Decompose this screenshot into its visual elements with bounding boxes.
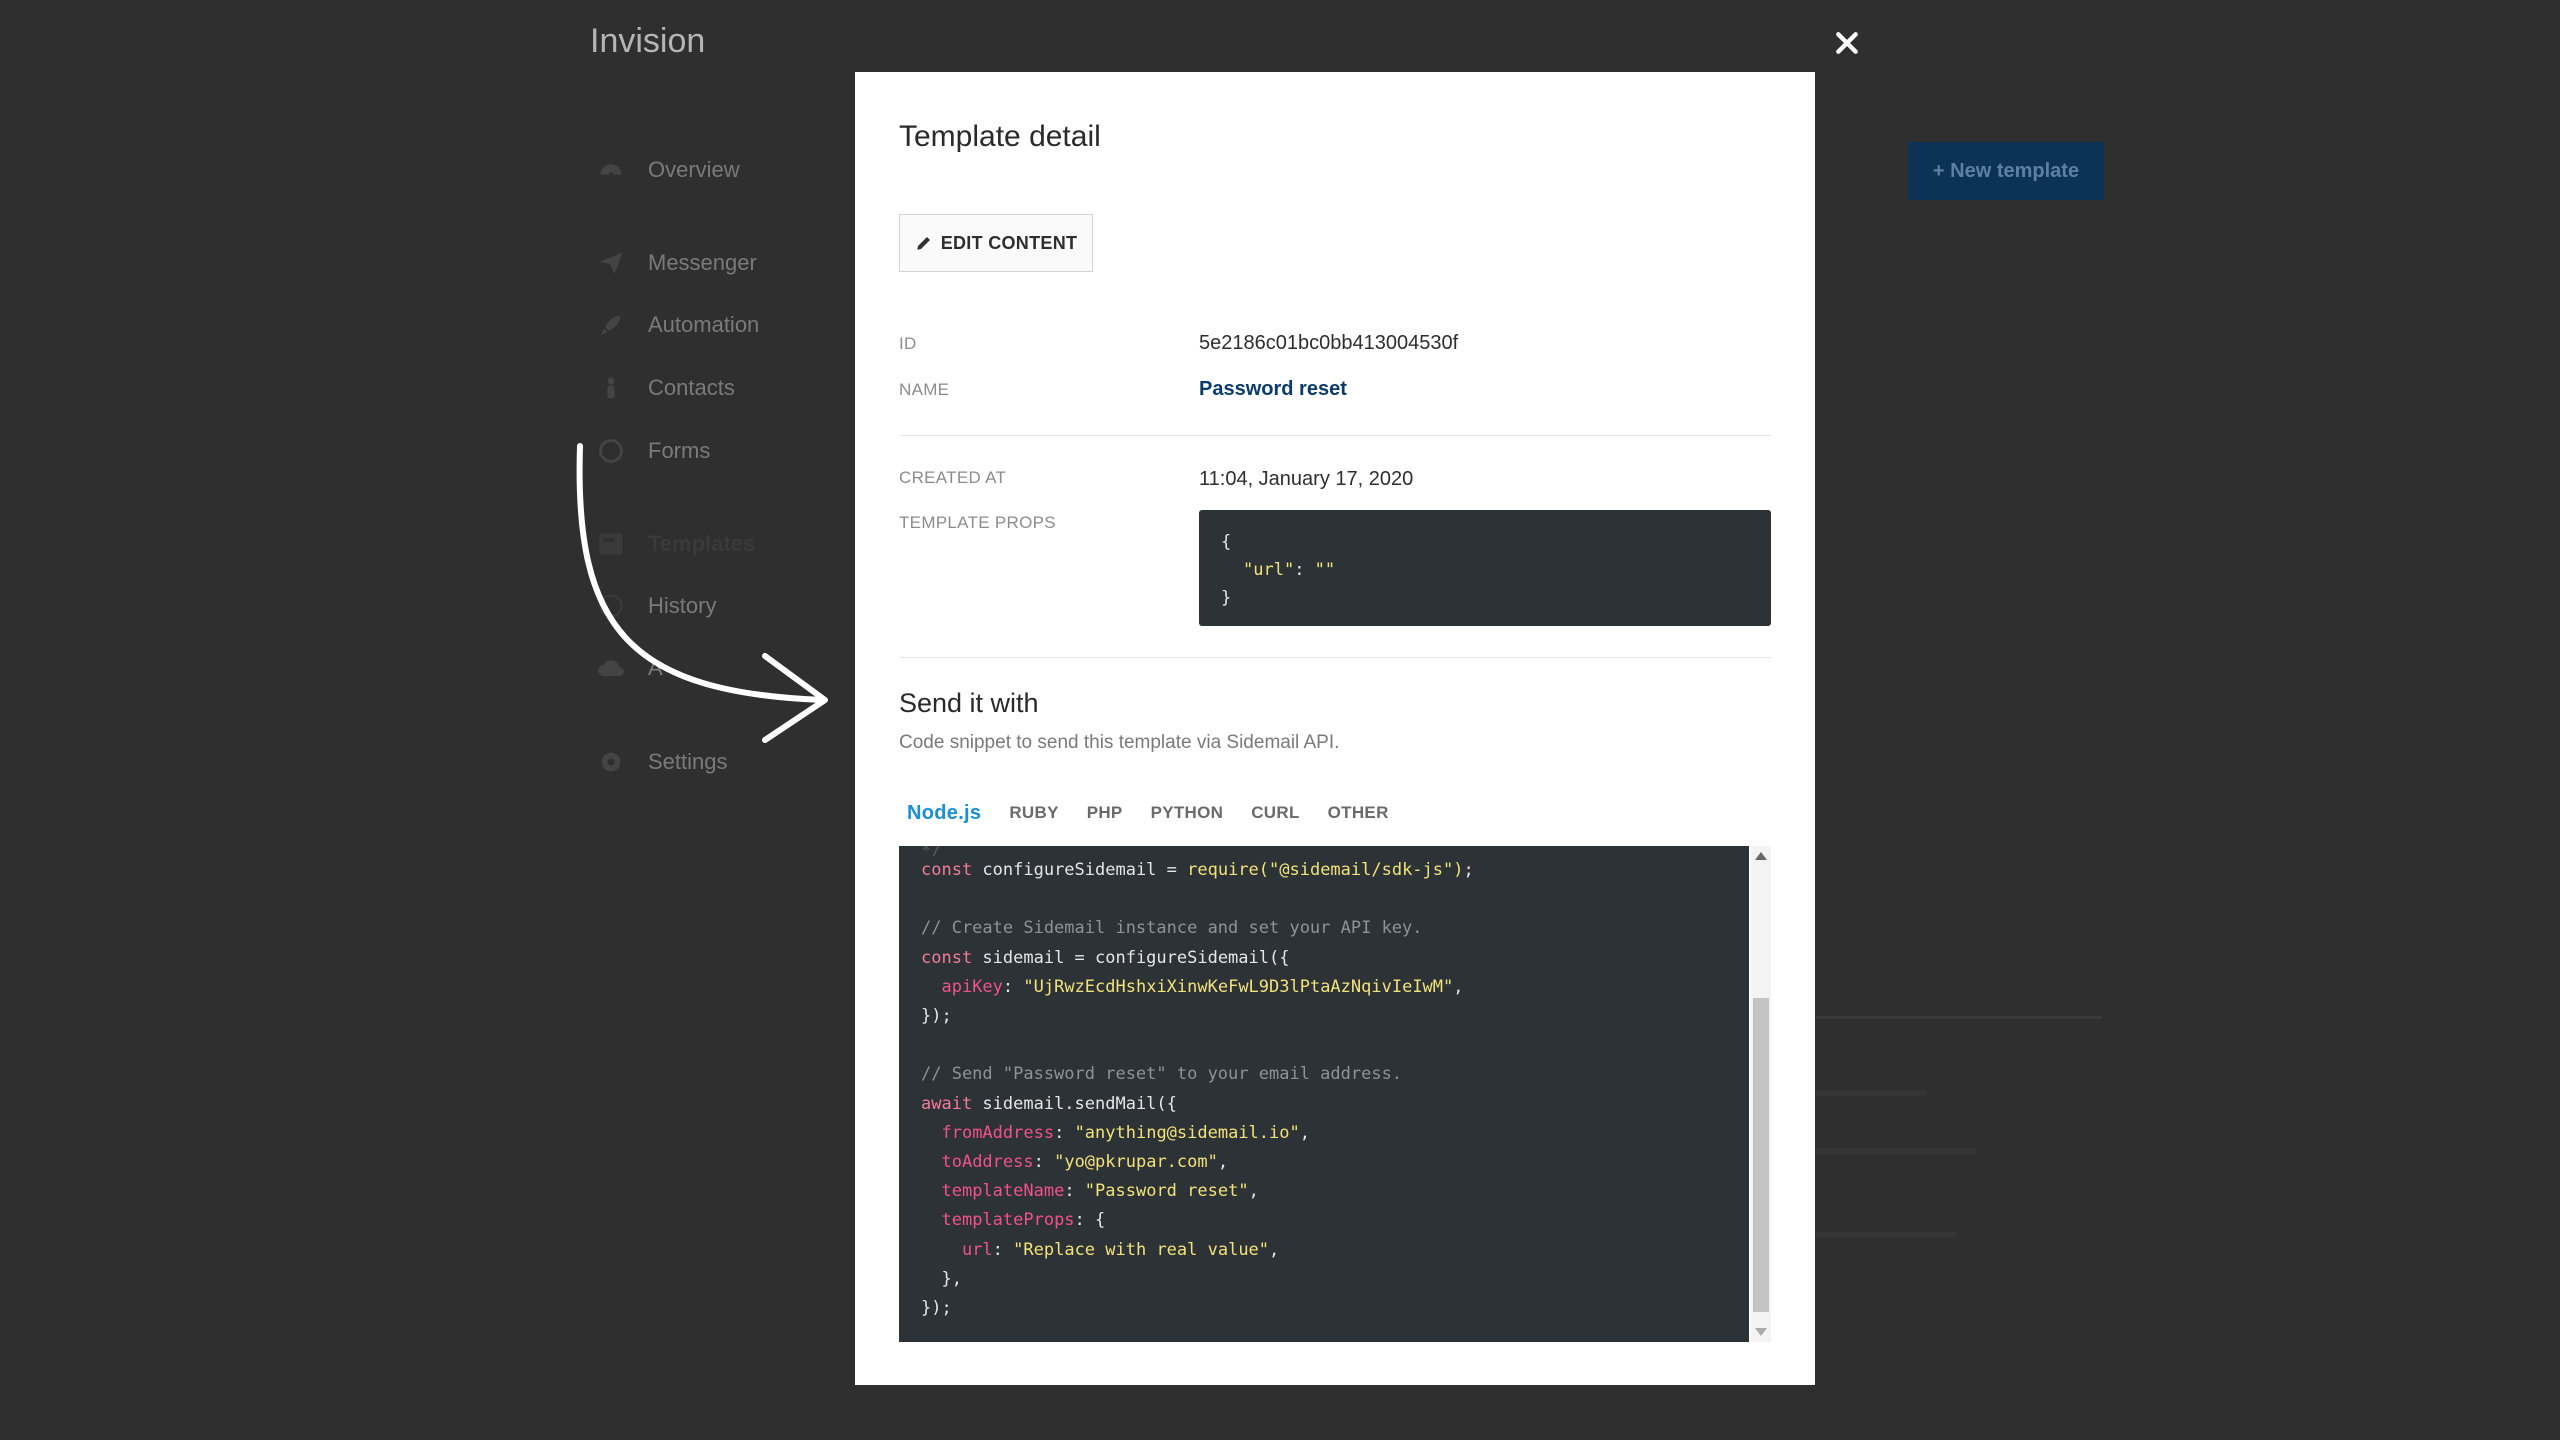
code-line: "url": "" [1221, 556, 1749, 584]
app-title: Invision [590, 22, 706, 60]
name-value[interactable]: Password reset [1199, 378, 1347, 401]
tab-php[interactable]: PHP [1073, 798, 1137, 828]
code-line: templateName: "Password reset", [941, 1181, 1259, 1202]
scrollbar-thumb[interactable] [1753, 998, 1769, 1312]
created-at-label: CREATED AT [899, 468, 1007, 487]
code-comment: // Send "Password reset" to your email a… [921, 1064, 1403, 1085]
tab-python[interactable]: PYTHON [1137, 798, 1238, 828]
code-line: await sidemail.sendMail({ [921, 1093, 1177, 1114]
code-scrollbar[interactable] [1751, 846, 1771, 1342]
send-it-with-title: Send it with [899, 688, 1039, 718]
background-text [1816, 1148, 1976, 1154]
pencil-icon [916, 237, 930, 250]
edit-content-label: EDIT CONTENT [940, 232, 1078, 253]
tab-other[interactable]: OTHER [1314, 798, 1403, 828]
send-it-with-subtitle: Code snippet to send this template via S… [899, 732, 1340, 753]
sidebar-item-messenger[interactable]: Messenger [596, 243, 757, 283]
id-value: 5e2186c01bc0bb413004530f [1199, 332, 1459, 354]
code-line: url: "Replace with real value", [961, 1239, 1280, 1260]
annotation-arrow-icon [576, 443, 828, 743]
code-line: }); [921, 1298, 952, 1319]
code-line: }); [921, 1006, 952, 1027]
code-line: const sidemail = configureSidemail({ [921, 947, 1290, 968]
background-divider [1816, 1016, 2102, 1019]
code-line: toAddress: "yo@pkrupar.com", [941, 1152, 1229, 1173]
new-template-button[interactable]: + New template [1908, 142, 2104, 200]
close-icon [1836, 32, 1858, 54]
scroll-up-icon[interactable] [1755, 852, 1767, 860]
divider [899, 435, 1771, 436]
divider [899, 657, 1771, 658]
code-line: const configureSidemail = require("@side… [921, 860, 1474, 880]
person-icon [596, 375, 626, 401]
language-tabs: Node.js RUBY PHP PYTHON CURL OTHER [899, 798, 1403, 828]
code-snippet: */ const configureSidemail = require("@si… [899, 846, 1771, 1342]
background-text [1816, 1090, 1926, 1096]
tab-curl[interactable]: CURL [1237, 798, 1313, 828]
modal-title: Template detail [899, 120, 1101, 153]
sidebar-item-automation[interactable]: Automation [596, 305, 759, 345]
tab-nodejs[interactable]: Node.js [899, 798, 995, 828]
background-text [1816, 1232, 1956, 1238]
code-line: templateProps: { [941, 1210, 1106, 1231]
sidebar-item-label: Automation [648, 312, 760, 337]
code-comment: // Create Sidemail instance and set your… [921, 918, 1423, 939]
edit-content-button[interactable]: EDIT CONTENT [899, 214, 1093, 272]
sidebar-item-contacts[interactable]: Contacts [596, 368, 735, 408]
paper-plane-icon [596, 250, 626, 276]
created-at-value: 11:04, January 17, 2020 [1199, 468, 1414, 490]
code-brace: { [1221, 532, 1232, 552]
id-label: ID [899, 334, 917, 353]
template-detail-modal: Template detail EDIT CONTENT ID 5e2186c0… [855, 72, 1815, 1385]
template-props-label: TEMPLATE PROPS [899, 513, 1056, 532]
code-block[interactable]: */ const configureSidemail = require("@si… [899, 846, 1749, 1342]
code-key: "url" [1243, 560, 1295, 580]
code-line: apiKey: "UjRwzEcdHshxiXinwKeFwL9D3lPtaAz… [941, 976, 1464, 997]
rocket-icon [596, 312, 626, 338]
sidebar-item-label: Overview [648, 157, 740, 182]
scroll-down-icon[interactable] [1755, 1328, 1767, 1336]
code-line: fromAddress: "anything@sidemail.io", [941, 1122, 1310, 1143]
code-line-hidden: */ [921, 846, 942, 856]
code-punct: : [1294, 560, 1315, 580]
code-string: "" [1314, 560, 1336, 580]
name-label: NAME [899, 380, 950, 399]
template-props-code: { "url": "" } [1199, 510, 1771, 626]
tab-ruby[interactable]: RUBY [995, 798, 1072, 828]
dashboard-icon [596, 157, 626, 183]
code-brace: } [1221, 588, 1232, 608]
code-line: }, [941, 1268, 962, 1289]
sidebar-item-overview[interactable]: Overview [596, 150, 740, 190]
sidebar-item-label: Contacts [648, 375, 735, 400]
sidebar-item-label: Messenger [648, 250, 757, 275]
close-button[interactable] [1832, 28, 1862, 58]
